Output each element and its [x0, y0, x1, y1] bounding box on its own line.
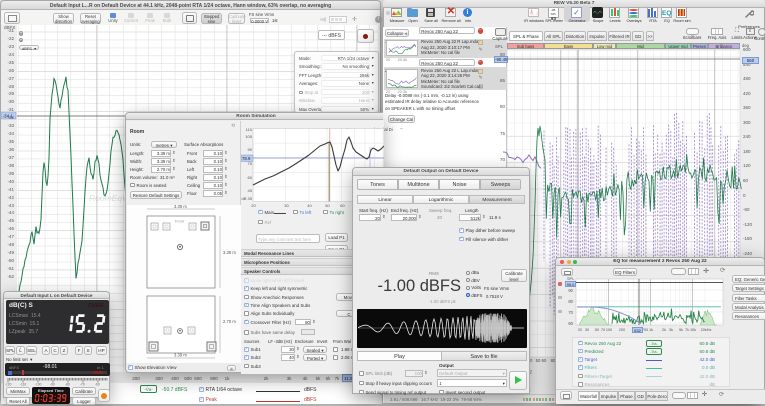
svg-text:3.39 m: 3.39 m [223, 250, 236, 255]
svg-text:2.70 m: 2.70 m [223, 319, 236, 324]
svg-text:-90: -90 [50, 383, 55, 387]
svg-text:-80: -80 [65, 383, 70, 387]
svg-text:-60: -60 [95, 383, 100, 387]
svg-text:-120: -120 [5, 383, 12, 387]
svg-text:Front: Front [175, 220, 185, 224]
svg-text:3.39 m: 3.39 m [174, 205, 187, 209]
svg-text:-110: -110 [20, 383, 26, 387]
svg-text:-100: -100 [35, 383, 42, 387]
svg-text:3.39 m: 3.39 m [174, 353, 187, 358]
svg-text:-70: -70 [80, 383, 85, 387]
